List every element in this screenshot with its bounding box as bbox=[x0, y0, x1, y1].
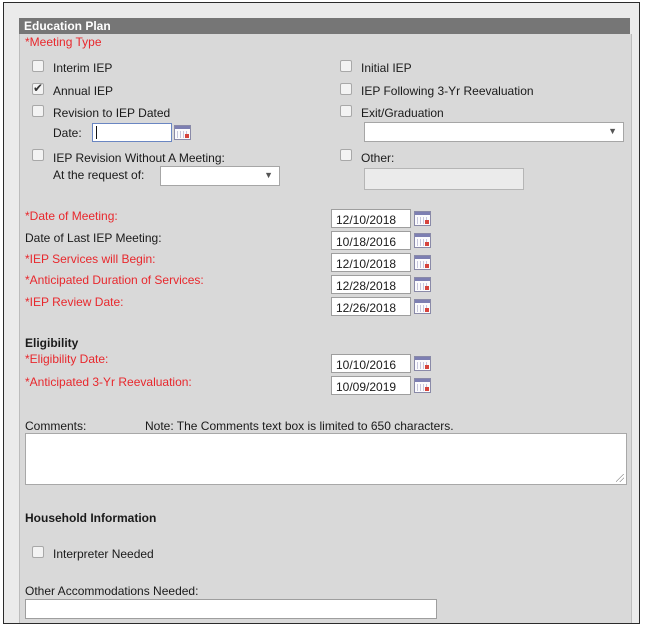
following-reeval-label: IEP Following 3-Yr Reevaluation bbox=[361, 84, 534, 98]
calendar-icon[interactable] bbox=[414, 233, 431, 248]
annual-iep-label: Annual IEP bbox=[53, 84, 114, 98]
date-of-meeting-label: *Date of Meeting: bbox=[25, 209, 118, 223]
revision-date-input[interactable] bbox=[92, 123, 172, 142]
resize-handle-icon[interactable] bbox=[616, 474, 624, 482]
comments-textarea[interactable] bbox=[25, 433, 627, 485]
services-begin-input[interactable]: 12/10/2018 bbox=[331, 253, 411, 272]
accommodations-input[interactable] bbox=[25, 599, 437, 619]
following-reeval-checkbox[interactable] bbox=[340, 83, 352, 95]
interpreter-label: Interpreter Needed bbox=[53, 547, 154, 561]
calendar-icon[interactable] bbox=[414, 255, 431, 270]
last-iep-meeting-input[interactable]: 10/18/2016 bbox=[331, 231, 411, 250]
household-heading: Household Information bbox=[25, 511, 157, 525]
window-frame: Education Plan *Meeting Type Interim IEP… bbox=[3, 2, 640, 624]
request-of-label: At the request of: bbox=[53, 168, 145, 182]
interpreter-checkbox[interactable] bbox=[32, 546, 44, 558]
calendar-icon[interactable] bbox=[174, 125, 191, 140]
date-of-meeting-input[interactable]: 12/10/2018 bbox=[331, 209, 411, 228]
services-begin-label: *IEP Services will Begin: bbox=[25, 252, 156, 266]
exit-graduation-checkbox[interactable] bbox=[340, 105, 352, 117]
review-date-input[interactable]: 12/26/2018 bbox=[331, 297, 411, 316]
last-iep-meeting-label: Date of Last IEP Meeting: bbox=[25, 231, 162, 245]
chevron-down-icon: ▼ bbox=[264, 170, 273, 180]
request-of-select[interactable]: ▼ bbox=[160, 166, 280, 186]
eligibility-date-input[interactable]: 10/10/2016 bbox=[331, 354, 411, 373]
eligibility-heading: Eligibility bbox=[25, 336, 79, 350]
accommodations-label: Other Accommodations Needed: bbox=[25, 584, 199, 598]
calendar-icon[interactable] bbox=[414, 277, 431, 292]
anticipated-duration-label: *Anticipated Duration of Services: bbox=[25, 273, 204, 287]
initial-iep-label: Initial IEP bbox=[361, 61, 412, 75]
revision-dated-label: Revision to IEP Dated bbox=[53, 106, 171, 120]
calendar-icon[interactable] bbox=[414, 356, 431, 371]
revision-no-meeting-checkbox[interactable] bbox=[32, 149, 44, 161]
exit-graduation-select[interactable]: ▼ bbox=[364, 122, 624, 142]
meeting-type-label: *Meeting Type bbox=[25, 35, 102, 49]
calendar-icon[interactable] bbox=[414, 211, 431, 226]
eligibility-date-label: *Eligibility Date: bbox=[25, 352, 109, 366]
calendar-icon[interactable] bbox=[414, 299, 431, 314]
reevaluation-input[interactable]: 10/09/2019 bbox=[331, 376, 411, 395]
calendar-icon[interactable] bbox=[414, 378, 431, 393]
revision-no-meeting-label: IEP Revision Without A Meeting: bbox=[53, 151, 225, 165]
chevron-down-icon: ▼ bbox=[608, 126, 617, 136]
text-caret bbox=[96, 126, 97, 139]
other-checkbox[interactable] bbox=[340, 149, 352, 161]
comments-label: Comments: bbox=[25, 419, 87, 433]
reevaluation-label: *Anticipated 3-Yr Reevaluation: bbox=[25, 375, 192, 389]
education-plan-panel: *Meeting Type Interim IEP Initial IEP ✔ … bbox=[19, 34, 632, 623]
comments-note: Note: The Comments text box is limited t… bbox=[145, 419, 454, 433]
anticipated-duration-input[interactable]: 12/28/2018 bbox=[331, 275, 411, 294]
interim-iep-checkbox[interactable] bbox=[32, 60, 44, 72]
initial-iep-checkbox[interactable] bbox=[340, 60, 352, 72]
check-mark-icon: ✔ bbox=[33, 81, 44, 95]
annual-iep-checkbox[interactable]: ✔ bbox=[32, 81, 44, 95]
exit-graduation-label: Exit/Graduation bbox=[361, 106, 444, 120]
section-title: Education Plan bbox=[24, 19, 111, 33]
other-input bbox=[364, 168, 524, 190]
section-header: Education Plan bbox=[19, 18, 630, 34]
other-label: Other: bbox=[361, 151, 395, 165]
revision-date-label: Date: bbox=[53, 126, 82, 140]
interim-iep-label: Interim IEP bbox=[53, 61, 113, 75]
review-date-label: *IEP Review Date: bbox=[25, 295, 124, 309]
revision-dated-checkbox[interactable] bbox=[32, 105, 44, 117]
